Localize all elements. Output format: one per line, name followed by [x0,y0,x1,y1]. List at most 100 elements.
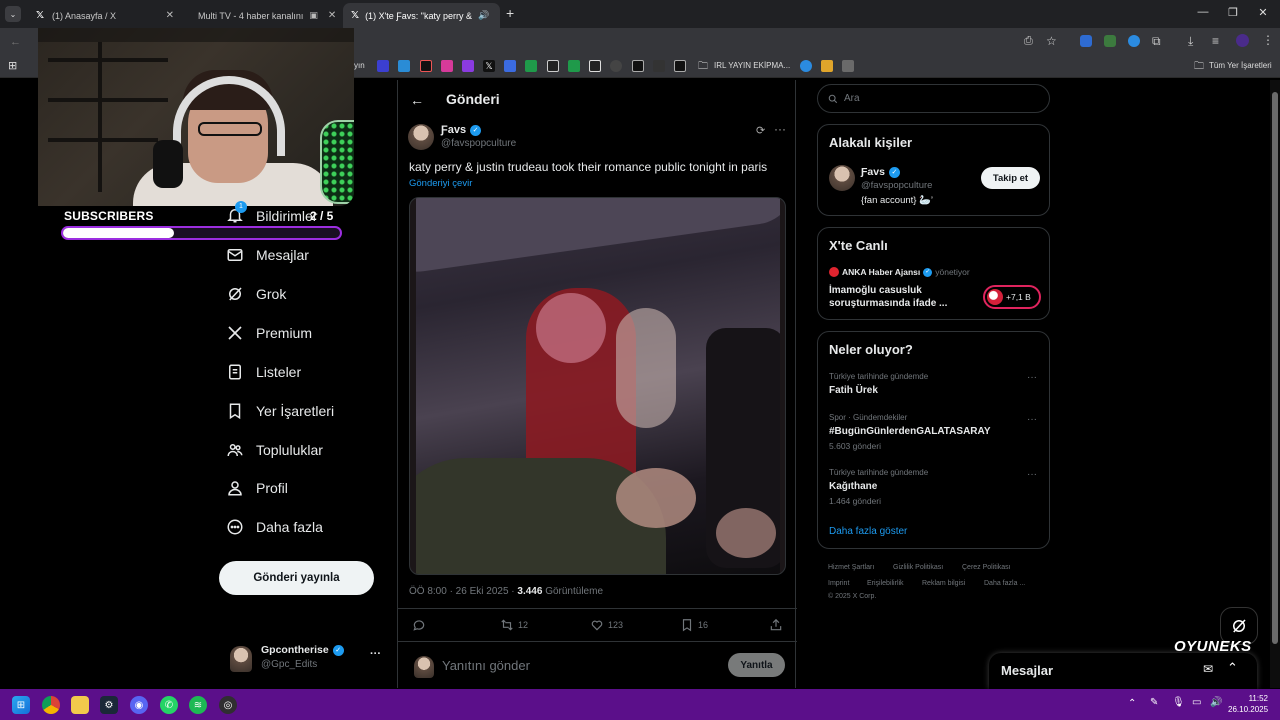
footer-link[interactable]: Imprint [828,580,849,587]
discord-icon[interactable]: ◉ [130,696,148,714]
microphone-icon[interactable]: 🎙 [1172,697,1185,708]
file-explorer-icon[interactable] [71,696,89,714]
footer-link[interactable]: Gizlilik Politikası [893,564,943,571]
nav-notifications[interactable]: 1 Bildirimler [226,200,317,231]
author-handle[interactable]: @favspopculture [441,138,516,149]
reply-action[interactable] [412,618,426,632]
back-arrow-icon[interactable]: ← [410,92,424,108]
trend-more-icon[interactable]: ··· [1027,372,1037,383]
bookmark-action[interactable]: 16 [680,618,708,632]
close-tab-icon[interactable]: ✕ [499,10,500,21]
all-bookmarks-label[interactable]: Tüm Yer İşaretleri [1209,61,1272,70]
close-window-icon[interactable]: ✕ [1248,6,1278,19]
nav-lists[interactable]: Listeler [226,357,301,387]
download-icon[interactable]: ⤓ [1188,34,1193,49]
apps-grid-icon[interactable]: ⊞ [8,59,17,72]
like-action[interactable]: 123 [590,618,623,632]
bookmark-icon[interactable] [398,60,410,72]
grok-explain-icon[interactable]: ⟳ [756,124,765,137]
show-more-link[interactable]: Daha fazla göster [829,526,907,537]
post-button[interactable]: Gönderi yayınla [219,561,374,595]
reply-button[interactable]: Yanıtla [728,653,785,677]
bookmark-icon[interactable] [547,60,559,72]
nav-grok[interactable]: Grok [226,279,286,309]
person-name-row[interactable]: Ƒavs ✓ [861,166,900,178]
tab-multitv[interactable]: Multi TV - 4 haber kanalını ▣ ✕ [184,3,340,28]
footer-link[interactable]: Daha fazla ... [984,580,1025,587]
more-options-icon[interactable]: ··· [774,122,786,136]
windows-start-icon[interactable]: ⊞ [12,696,30,714]
reply-input[interactable]: Yanıtını gönder [442,658,530,673]
whatsapp-icon[interactable]: ✆ [160,696,178,714]
nav-bookmarks[interactable]: Yer İşaretleri [226,396,334,426]
back-nav-icon[interactable]: ← [10,36,21,48]
restore-icon[interactable]: ❐ [1218,6,1248,19]
new-message-icon[interactable]: ✉ [1203,662,1213,676]
share-action[interactable] [769,618,783,632]
chevron-up-icon[interactable]: ⌃ [1128,698,1136,709]
bookmark-partial-label[interactable]: yın [354,61,365,70]
live-topic[interactable]: İmamoğlu casusluk soruşturmasında ifade … [829,284,969,310]
close-tab-icon[interactable]: ✕ [166,10,174,21]
extension-icon[interactable] [1080,35,1092,47]
taskbar-clock[interactable]: 11:52 26.10.2025 [1228,693,1268,715]
bookmark-x-icon[interactable]: 𝕏 [483,60,495,72]
close-tab-icon[interactable]: ✕ [328,10,336,21]
footer-link[interactable]: Hizmet Şartları [828,564,874,571]
chevron-up-icon[interactable]: ⌃ [1227,660,1238,676]
bookmark-icon[interactable] [589,60,601,72]
bookmark-icon[interactable] [821,60,833,72]
bookmark-icon[interactable] [441,60,453,72]
audio-playing-icon[interactable]: 🔊 [478,10,489,21]
retweet-action[interactable]: 12 [500,618,528,632]
account-switcher[interactable]: Gpcontherise ✓ @Gpc_Edits ··· [228,642,388,676]
bookmark-icon[interactable] [653,60,665,72]
chrome-icon[interactable] [42,696,60,714]
bookmark-folder-label[interactable]: IRL YAYIN EKİPMA... [714,61,790,70]
bookmark-icon[interactable] [420,60,432,72]
new-tab-button[interactable]: + [506,5,514,21]
bookmark-icon[interactable] [462,60,474,72]
tweet-time[interactable]: ÖÖ 8:00 · 26 Eki 2025 · [409,586,517,597]
install-icon[interactable]: ⎙ [1024,35,1033,48]
tray-icon[interactable]: ✎ [1150,697,1158,708]
media-control-icon[interactable]: ≡ [1212,34,1219,48]
bookmark-icon[interactable] [504,60,516,72]
listeners-pill[interactable]: +7,1 B [983,285,1041,309]
profile-icon[interactable] [1236,34,1249,47]
footer-link[interactable]: Erişilebilirlik [867,580,904,587]
trend-more-icon[interactable]: ··· [1027,414,1037,425]
search-input[interactable]: Ara [817,84,1050,113]
bookmark-icon[interactable] [674,60,686,72]
follow-button[interactable]: Takip et [981,167,1040,189]
scrollbar-thumb[interactable] [1272,92,1278,644]
nav-profile[interactable]: Profil [226,473,288,503]
live-host-row[interactable]: ANKA Haber Ajansı ✓ yönetiyor [829,267,970,277]
page-scrollbar[interactable] [1270,80,1280,688]
bookmark-icon[interactable] [610,60,622,72]
puzzle-icon[interactable]: ⧉ [1152,34,1161,49]
bookmark-icon[interactable] [377,60,389,72]
obs-icon[interactable]: ◎ [219,696,237,714]
extension-icon[interactable] [1104,35,1116,47]
account-more-icon[interactable]: ··· [370,648,381,660]
star-icon[interactable]: ☆ [1046,34,1057,48]
folder-icon[interactable]: 🗀 [1194,59,1204,76]
footer-link[interactable]: Çerez Politikası [962,564,1011,571]
steam-icon[interactable]: ⚙ [100,696,118,714]
author-name-row[interactable]: Ƒavs ✓ [441,124,482,136]
tab-post[interactable]: 𝕏 (1) X'te Ƒavs: "katy perry & 🔊 ✕ [343,3,500,28]
trend-more-icon[interactable]: ··· [1027,469,1037,480]
tab-home[interactable]: 𝕏 (1) Anasayfa / X ✕ [26,3,182,28]
nav-communities[interactable]: Topluluklar [226,435,323,465]
trend-name[interactable]: Kağıthane [829,481,877,492]
menu-kebab-icon[interactable]: ⋮ [1262,33,1274,47]
folder-icon[interactable]: 🗀 [698,59,708,76]
bookmark-icon[interactable] [800,60,812,72]
avatar[interactable] [829,165,855,191]
nav-premium[interactable]: Premium [226,318,312,348]
trend-name[interactable]: #BugünGünlerdenGALATASARAY [829,426,990,437]
volume-icon[interactable]: 🔊 [1210,697,1222,708]
footer-link[interactable]: Reklam bilgisi [922,580,965,587]
messages-drawer[interactable]: Mesajlar ✉ ⌃ [989,653,1257,689]
